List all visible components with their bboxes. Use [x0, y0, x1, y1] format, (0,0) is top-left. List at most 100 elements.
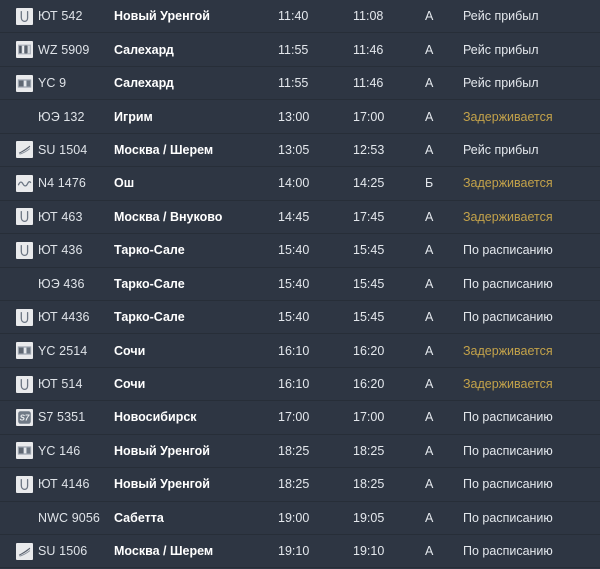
scheduled-time: 16:10	[278, 343, 310, 358]
airline-logo-cell	[0, 74, 38, 92]
status-badge: Задерживается	[463, 176, 553, 191]
airline-logo-cell	[0, 7, 38, 25]
airline-logo-cell	[0, 542, 38, 560]
status-badge: По расписанию	[463, 243, 553, 258]
no-logo-placeholder	[16, 275, 33, 292]
flight-number: ЮТ 4436	[38, 310, 90, 325]
utair-logo-icon	[16, 241, 33, 259]
terminal: А	[425, 410, 434, 425]
status-badge: По расписанию	[463, 443, 553, 458]
flight-number: SU 1504	[38, 142, 88, 157]
terminal: А	[425, 443, 434, 458]
utair-logo-icon	[16, 208, 33, 226]
estimated-time: 17:00	[353, 410, 385, 425]
flight-number: NWC 9056	[38, 510, 100, 525]
terminal: А	[425, 76, 434, 91]
estimated-time: 15:45	[353, 276, 385, 291]
airline-logo-cell	[0, 241, 38, 259]
terminal: А	[425, 477, 434, 492]
flight-row[interactable]: ЮЭ 132 Игрим 13:00 17:00 А Задерживается	[0, 100, 600, 135]
flight-row[interactable]: ЮТ 4436 Тарко-Сале 15:40 15:45 А По расписани…	[0, 300, 600, 335]
terminal: А	[425, 9, 434, 24]
svg-text:S7: S7	[20, 414, 30, 423]
scheduled-time: 13:05	[278, 142, 310, 157]
flight-number: YC 2514	[38, 343, 88, 358]
estimated-time: 11:08	[353, 9, 384, 24]
redwings-logo-icon	[16, 41, 33, 59]
destination: Москва / Шерем	[114, 544, 214, 559]
estimated-time: 16:20	[353, 377, 385, 392]
flight-row[interactable]: SU 1506 Москва / Шерем 19:10 19:10 А По распи…	[0, 535, 600, 569]
terminal: А	[425, 510, 434, 525]
status-badge: Задерживается	[463, 209, 553, 224]
utair-logo-icon	[16, 308, 33, 326]
terminal: А	[425, 377, 434, 392]
estimated-time: 18:25	[353, 477, 385, 492]
status-badge: По расписанию	[463, 544, 553, 559]
destination: Тарко-Сале	[114, 276, 185, 291]
scheduled-time: 15:40	[278, 243, 310, 258]
estimated-time: 19:10	[353, 544, 385, 559]
flight-number: SU 1506	[38, 544, 88, 559]
flight-row[interactable]: ЮЭ 436 Тарко-Сале 15:40 15:45 А По расписанию	[0, 267, 600, 302]
yamal-logo-icon	[16, 342, 33, 360]
status-badge: Задерживается	[463, 343, 553, 358]
airline-logo-cell	[0, 141, 38, 159]
flight-row[interactable]: N4 1476 Ош 14:00 14:25 Б Задерживается	[0, 167, 600, 202]
flight-number: ЮТ 463	[38, 209, 83, 224]
utair-logo-icon	[16, 475, 33, 493]
terminal: Б	[425, 176, 434, 191]
destination: Игрим	[114, 109, 153, 124]
scheduled-time: 11:40	[278, 9, 309, 24]
flight-row[interactable]: YC 9 Салехард 11:55 11:46 А Рейс прибыл	[0, 66, 600, 101]
flight-row[interactable]: SU 1504 Москва / Шерем 13:05 12:53 А Рейс при…	[0, 133, 600, 168]
flight-row[interactable]: NWC 9056 Сабетта 19:00 19:05 А По расписанию	[0, 501, 600, 536]
flight-row[interactable]: ЮТ 4146 Новый Уренгой 18:25 18:25 А По распис…	[0, 468, 600, 503]
destination: Салехард	[114, 76, 174, 91]
airline-logo-cell	[0, 375, 38, 393]
nordwind-logo-icon	[16, 174, 33, 192]
status-badge: По расписанию	[463, 477, 553, 492]
status-badge: По расписанию	[463, 510, 553, 525]
flight-row[interactable]: ЮТ 542 Новый Уренгой 11:40 11:08 А Рейс прибы…	[0, 0, 600, 34]
destination: Ош	[114, 176, 135, 191]
status-badge: Рейс прибыл	[463, 76, 539, 91]
airline-logo-cell: S7	[0, 408, 38, 426]
flight-row[interactable]: WZ 5909 Салехард 11:55 11:46 А Рейс прибыл	[0, 33, 600, 68]
flight-number: S7 5351	[38, 410, 86, 425]
estimated-time: 11:46	[353, 76, 384, 91]
flight-row[interactable]: S7 S7 5351 Новосибирск 17:00 17:00 А По распис…	[0, 401, 600, 436]
no-logo-placeholder	[16, 108, 33, 125]
flight-row[interactable]: ЮТ 436 Тарко-Сале 15:40 15:45 А По расписанию	[0, 234, 600, 268]
scheduled-time: 11:55	[278, 76, 309, 91]
airline-logo-cell	[0, 509, 38, 526]
flight-row[interactable]: YC 2514 Сочи 16:10 16:20 А Задерживается	[0, 334, 600, 369]
estimated-time: 14:25	[353, 176, 385, 191]
flight-row[interactable]: YC 146 Новый Уренгой 18:25 18:25 А По расписа…	[0, 434, 600, 469]
terminal: А	[425, 109, 434, 124]
scheduled-time: 18:25	[278, 477, 310, 492]
estimated-time: 19:05	[353, 510, 385, 525]
destination: Сочи	[114, 377, 146, 392]
destination: Новый Уренгой	[114, 9, 210, 24]
airline-logo-cell	[0, 108, 38, 125]
scheduled-time: 17:00	[278, 410, 310, 425]
airline-logo-cell	[0, 41, 38, 59]
terminal: А	[425, 343, 434, 358]
flight-arrivals-board: ЮТ 542 Новый Уренгой 11:40 11:08 А Рейс прибы…	[0, 0, 600, 569]
estimated-time: 12:53	[353, 142, 385, 157]
airline-logo-cell	[0, 308, 38, 326]
flight-row[interactable]: ЮТ 463 Москва / Внуково 14:45 17:45 А Задержи…	[0, 200, 600, 235]
terminal: А	[425, 310, 434, 325]
scheduled-time: 19:10	[278, 544, 310, 559]
flight-row[interactable]: ЮТ 514 Сочи 16:10 16:20 А Задерживается	[0, 367, 600, 402]
destination: Москва / Шерем	[114, 142, 214, 157]
airline-logo-cell	[0, 174, 38, 192]
airline-logo-cell	[0, 475, 38, 493]
scheduled-time: 14:45	[278, 209, 310, 224]
destination: Москва / Внуково	[114, 209, 223, 224]
utair-logo-icon	[16, 375, 33, 393]
estimated-time: 11:46	[353, 42, 384, 57]
estimated-time: 15:45	[353, 243, 385, 258]
destination: Новосибирск	[114, 410, 197, 425]
